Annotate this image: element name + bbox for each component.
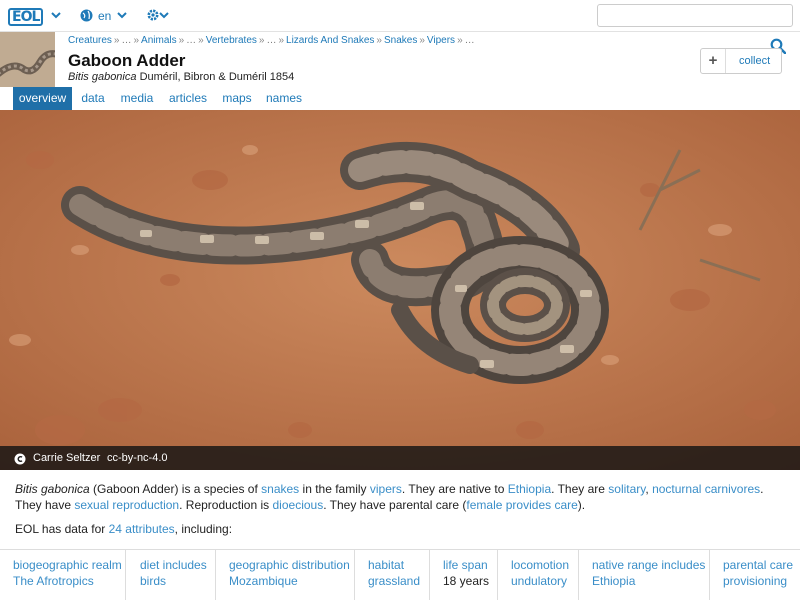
attributes-intro-text: , including: bbox=[174, 522, 233, 536]
attribute-value: 18 years bbox=[443, 574, 490, 588]
summary-link-sexual-reproduction[interactable]: sexual reproduction bbox=[74, 498, 179, 512]
tab-maps[interactable]: maps bbox=[219, 87, 255, 110]
attribute-value: undulatory bbox=[511, 574, 568, 588]
attribute-key: life span bbox=[443, 558, 488, 572]
attribute-key: biogeographic realm bbox=[13, 558, 122, 572]
breadcrumb-link[interactable]: Lizards And Snakes bbox=[286, 35, 374, 46]
copyright-icon bbox=[14, 452, 26, 465]
species-image[interactable] bbox=[0, 110, 800, 470]
image-credit-bar: Carrie Seltzer cc-by-nc-4.0 bbox=[0, 446, 800, 470]
breadcrumb-ellipsis[interactable]: … bbox=[121, 35, 131, 46]
breadcrumb-ellipsis[interactable]: … bbox=[186, 35, 196, 46]
attribute-value: birds bbox=[140, 574, 167, 588]
breadcrumb-ellipsis[interactable]: … bbox=[465, 35, 475, 46]
summary-text: . They are native to bbox=[401, 482, 508, 496]
summary-link-female-care[interactable]: female provides care bbox=[466, 498, 577, 512]
image-author[interactable]: Carrie Seltzer bbox=[33, 451, 100, 465]
summary-link-dioecious[interactable]: dioecious bbox=[273, 498, 324, 512]
summary-sci-name: Bitis gabonica bbox=[15, 482, 90, 496]
attribute-key: locomotion bbox=[511, 558, 570, 572]
attribute-value: grassland bbox=[368, 574, 421, 588]
attribute-value: provisioning bbox=[723, 574, 788, 588]
image-license[interactable]: cc-by-nc-4.0 bbox=[107, 451, 168, 465]
attribute-card[interactable]: life span 18 years bbox=[430, 550, 498, 600]
tab-bar: overview data media articles maps names bbox=[0, 87, 800, 110]
attribute-key: diet includes bbox=[140, 558, 207, 572]
attribute-card[interactable]: locomotion undulatory bbox=[498, 550, 579, 600]
tab-media[interactable]: media bbox=[117, 87, 157, 110]
plus-icon: + bbox=[701, 49, 726, 73]
attribute-grid: biogeographic realm The Afrotropics diet… bbox=[0, 549, 800, 600]
tab-data[interactable]: data bbox=[76, 87, 110, 110]
summary-text: ). bbox=[577, 498, 586, 512]
summary-link-snakes[interactable]: snakes bbox=[261, 482, 299, 496]
tab-overview[interactable]: overview bbox=[13, 87, 72, 110]
summary-link-solitary[interactable]: solitary bbox=[608, 482, 645, 496]
chevron-down-icon[interactable] bbox=[116, 9, 130, 23]
breadcrumb-link[interactable]: Animals bbox=[141, 35, 177, 46]
top-nav: EOL en bbox=[0, 0, 800, 32]
summary-link-vipers[interactable]: vipers bbox=[370, 482, 402, 496]
species-thumbnail[interactable] bbox=[0, 32, 55, 87]
scientific-name: Bitis gabonica Duméril, Bibron & Duméril… bbox=[68, 70, 294, 84]
attribute-key: habitat bbox=[368, 558, 405, 572]
summary-text: . They are bbox=[551, 482, 609, 496]
species-summary: Bitis gabonica (Gaboon Adder) is a speci… bbox=[15, 481, 785, 513]
language-selector[interactable]: en bbox=[98, 8, 111, 24]
attribute-card[interactable]: native range includes Ethiopia bbox=[579, 550, 710, 600]
scientific-name-italic: Bitis gabonica bbox=[68, 71, 137, 83]
breadcrumb: Creatures»…» Animals»…» Vertebrates»…» Liza… bbox=[68, 35, 475, 46]
globe-icon[interactable] bbox=[80, 9, 93, 22]
attributes-count-link[interactable]: 24 attributes bbox=[109, 522, 175, 536]
summary-link-nocturnal[interactable]: nocturnal carnivores bbox=[652, 482, 760, 496]
collect-button[interactable]: + collect bbox=[700, 48, 782, 74]
breadcrumb-link[interactable]: Vertebrates bbox=[206, 35, 257, 46]
tab-names[interactable]: names bbox=[264, 87, 304, 110]
attributes-intro: EOL has data for 24 attributes, includin… bbox=[15, 521, 232, 537]
attribute-key: native range includes bbox=[592, 558, 706, 572]
attribute-key: parental care bbox=[723, 558, 794, 572]
breadcrumb-link[interactable]: Snakes bbox=[384, 35, 417, 46]
attribute-value: Ethiopia bbox=[592, 574, 636, 588]
attribute-card[interactable]: diet includes birds bbox=[126, 550, 216, 600]
eol-logo[interactable]: EOL bbox=[8, 6, 44, 26]
summary-text: (Gaboon Adder) is a species of bbox=[89, 482, 262, 496]
breadcrumb-ellipsis[interactable]: … bbox=[266, 35, 276, 46]
summary-text: in the family bbox=[299, 482, 370, 496]
chevron-down-icon[interactable] bbox=[158, 9, 172, 23]
attribute-value: The Afrotropics bbox=[13, 574, 94, 588]
search-input[interactable] bbox=[597, 4, 793, 27]
snake-photo bbox=[0, 110, 800, 470]
attributes-intro-text: EOL has data for bbox=[15, 522, 109, 536]
summary-text: . They have parental care ( bbox=[323, 498, 467, 512]
collect-label: collect bbox=[739, 55, 771, 67]
attribute-card[interactable]: geographic distribution Mozambique bbox=[216, 550, 355, 600]
summary-link-ethiopia[interactable]: Ethiopia bbox=[508, 482, 551, 496]
breadcrumb-link[interactable]: Vipers bbox=[427, 35, 455, 46]
authority: Duméril, Bibron & Duméril 1854 bbox=[139, 71, 295, 83]
page-title: Gaboon Adder bbox=[68, 51, 186, 70]
attribute-card[interactable]: parental care provisioning bbox=[710, 550, 800, 600]
tab-articles[interactable]: articles bbox=[165, 87, 211, 110]
breadcrumb-link[interactable]: Creatures bbox=[68, 35, 112, 46]
attribute-key: geographic distribution bbox=[229, 558, 350, 572]
chevron-down-icon[interactable] bbox=[50, 9, 64, 23]
attribute-value: Mozambique bbox=[229, 574, 298, 588]
attribute-card[interactable]: habitat grassland bbox=[355, 550, 430, 600]
summary-text: . Reproduction is bbox=[179, 498, 273, 512]
attribute-card[interactable]: biogeographic realm The Afrotropics bbox=[0, 550, 126, 600]
